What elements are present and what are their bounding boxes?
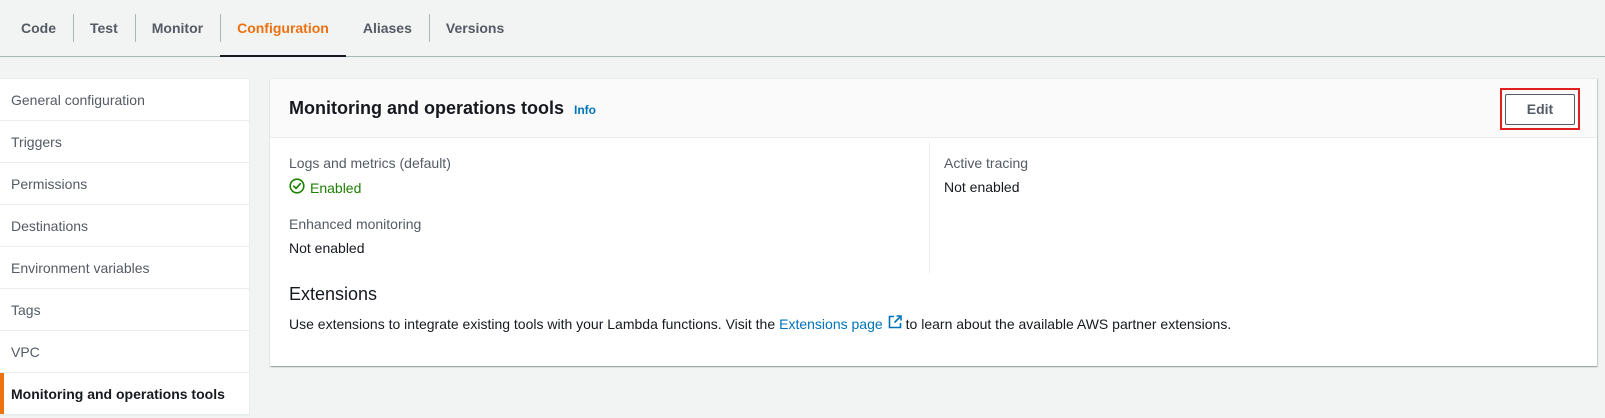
extensions-text-before: Use extensions to integrate existing too… — [289, 315, 776, 332]
tab-monitor[interactable]: Monitor — [134, 0, 220, 56]
edit-button-highlight: Edit — [1500, 88, 1580, 130]
column-divider — [929, 142, 930, 273]
panel-header: Monitoring and operations tools Info Edi… — [270, 79, 1597, 138]
success-icon — [289, 178, 310, 198]
info-link[interactable]: Info — [574, 103, 596, 117]
sidenav-item-monitoring-tools[interactable]: Monitoring and operations tools — [0, 373, 249, 415]
sidenav-item-tags[interactable]: Tags — [0, 289, 249, 331]
tab-aliases[interactable]: Aliases — [346, 0, 429, 56]
extensions-page-link[interactable]: Extensions page — [779, 315, 902, 332]
sidenav-item-permissions[interactable]: Permissions — [0, 163, 249, 205]
enhanced-monitoring-label: Enhanced monitoring — [289, 216, 422, 232]
logs-metrics-status: Enabled — [289, 178, 909, 198]
sidenav-item-triggers[interactable]: Triggers — [0, 121, 249, 163]
configuration-sidenav: General configuration Triggers Permissio… — [0, 78, 250, 416]
active-tracing-label: Active tracing — [944, 155, 1029, 171]
active-tracing-value: Not enabled — [944, 179, 1020, 195]
active-tracing-setting: Active tracing Not enabled — [944, 154, 1544, 196]
extensions-link-label: Extensions page — [779, 315, 883, 332]
edit-button[interactable]: Edit — [1505, 93, 1575, 125]
tab-test[interactable]: Test — [73, 0, 135, 56]
enhanced-monitoring-value: Not enabled — [289, 240, 365, 256]
sidenav-item-general-configuration[interactable]: General configuration — [0, 79, 249, 121]
logs-metrics-label: Logs and metrics (default) — [289, 155, 451, 171]
sidenav-item-destinations[interactable]: Destinations — [0, 205, 249, 247]
logs-metrics-setting: Logs and metrics (default) Enabled — [289, 154, 909, 198]
tab-versions[interactable]: Versions — [428, 0, 521, 56]
settings-right-column: Active tracing Not enabled — [944, 154, 1544, 196]
tab-configuration[interactable]: Configuration — [220, 0, 346, 57]
extensions-description: Use extensions to integrate existing too… — [289, 315, 1231, 332]
tab-code[interactable]: Code — [4, 0, 73, 56]
settings-left-column: Logs and metrics (default) Enabled Enhan… — [289, 154, 909, 257]
monitoring-settings: Logs and metrics (default) Enabled Enhan… — [270, 138, 1597, 276]
sidenav-item-environment-variables[interactable]: Environment variables — [0, 247, 249, 289]
logs-metrics-value: Enabled — [310, 180, 362, 196]
extensions-heading: Extensions — [289, 284, 378, 304]
external-link-icon — [883, 315, 902, 332]
extensions-text-after: to learn about the available AWS partner… — [905, 315, 1232, 332]
panel-title: Monitoring and operations tools — [289, 97, 564, 118]
top-tabs: Code Test Monitor Configuration Aliases … — [0, 0, 1605, 57]
monitoring-panel: Monitoring and operations tools Info Edi… — [270, 78, 1597, 366]
sidenav-item-vpc[interactable]: VPC — [0, 331, 249, 373]
enhanced-monitoring-setting: Enhanced monitoring Not enabled — [289, 215, 909, 257]
